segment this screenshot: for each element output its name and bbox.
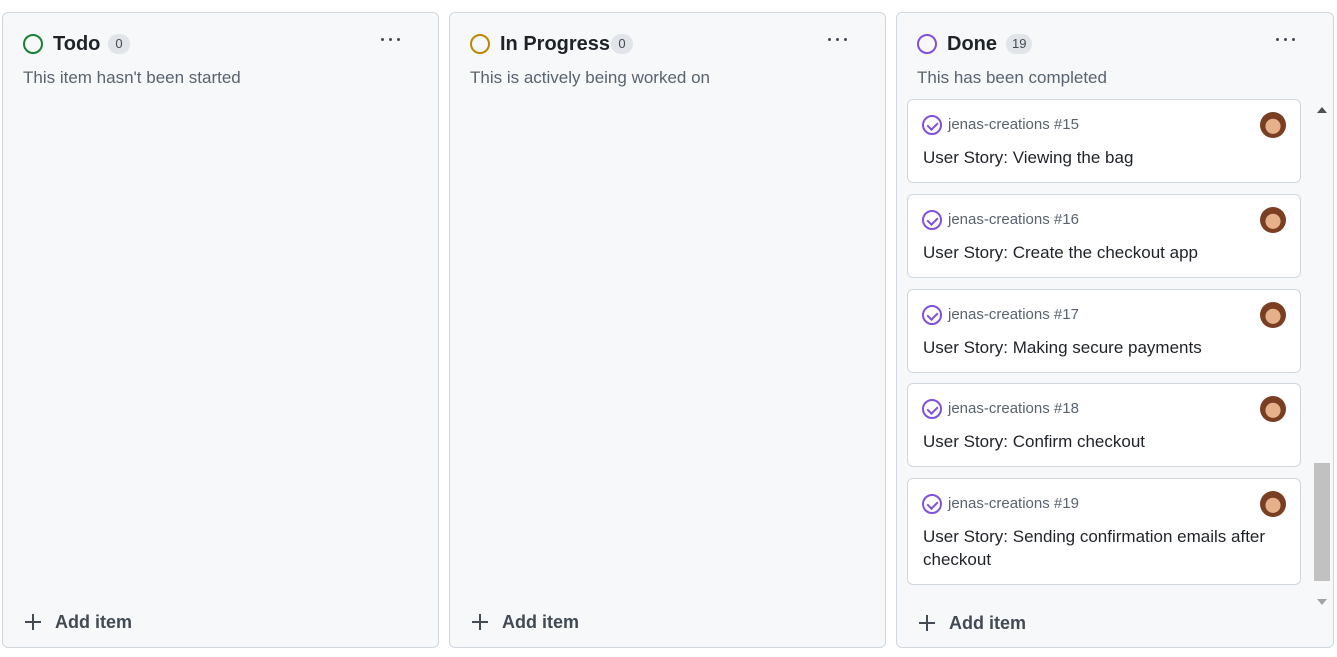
user-avatar[interactable]	[1260, 491, 1286, 517]
column-description: This is actively being worked on	[470, 68, 711, 87]
closed-issue-check-icon	[922, 210, 942, 230]
column-menu-button[interactable]	[378, 29, 404, 49]
scroll-up-arrow-icon[interactable]	[1317, 107, 1327, 113]
scroll-down-arrow-icon[interactable]	[1317, 599, 1327, 605]
card-repo-label[interactable]: jenas-creations #17	[948, 306, 1079, 323]
add-item-button[interactable]: Add item	[23, 609, 132, 635]
plus-icon	[917, 613, 937, 633]
issue-card[interactable]: jenas-creations #16 User Story: Create t…	[907, 194, 1301, 278]
cards-scrollbar[interactable]	[1312, 101, 1332, 615]
column-header: Todo 0 This item hasn't been started	[3, 13, 438, 103]
issue-card[interactable]: jenas-creations #19 User Story: Sending …	[907, 478, 1301, 585]
scrollbar-thumb[interactable]	[1314, 463, 1330, 581]
circle-status-icon	[470, 34, 490, 54]
card-title[interactable]: User Story: Making secure payments	[923, 336, 1280, 359]
closed-issue-check-icon	[922, 494, 942, 514]
user-avatar[interactable]	[1260, 396, 1286, 422]
kebab-menu-icon	[1276, 38, 1279, 41]
card-title[interactable]: User Story: Create the checkout app	[923, 241, 1280, 264]
column-title: Done	[947, 33, 997, 55]
column-header: In Progress 0 This is actively being wor…	[450, 13, 885, 103]
card-title[interactable]: User Story: Confirm checkout	[923, 430, 1280, 453]
add-item-label: Add item	[502, 611, 580, 632]
card-repo-label[interactable]: jenas-creations #19	[948, 495, 1079, 512]
plus-icon	[470, 612, 490, 632]
column-menu-button[interactable]	[825, 29, 851, 49]
kebab-menu-icon	[828, 38, 831, 41]
card-title[interactable]: User Story: Sending confirmation emails …	[923, 525, 1280, 571]
issue-card[interactable]: jenas-creations #15 User Story: Viewing …	[907, 99, 1301, 183]
circle-status-icon	[917, 34, 937, 54]
user-avatar[interactable]	[1260, 207, 1286, 233]
kebab-menu-icon	[381, 38, 384, 41]
user-avatar[interactable]	[1260, 112, 1286, 138]
column-description: This item hasn't been started	[23, 68, 241, 87]
add-item-label: Add item	[55, 611, 133, 632]
count-badge: 19	[1006, 34, 1033, 54]
issue-card[interactable]: jenas-creations #18 User Story: Confirm …	[907, 383, 1301, 467]
plus-icon	[23, 612, 43, 632]
column-title: In Progress	[500, 33, 611, 55]
add-item-label: Add item	[949, 612, 1027, 633]
count-badge: 0	[611, 34, 633, 54]
column-title: Todo	[53, 33, 101, 55]
column-header: Done 19 This has been completed	[897, 13, 1333, 103]
card-repo-label[interactable]: jenas-creations #16	[948, 211, 1079, 228]
add-item-button[interactable]: Add item	[917, 610, 1026, 636]
closed-issue-check-icon	[922, 399, 942, 419]
column-menu-button[interactable]	[1273, 29, 1299, 49]
column-done: Done 19 This has been completed jenas-cr…	[896, 12, 1334, 648]
user-avatar[interactable]	[1260, 302, 1286, 328]
count-badge: 0	[108, 34, 130, 54]
card-repo-label[interactable]: jenas-creations #15	[948, 116, 1079, 133]
add-item-button[interactable]: Add item	[470, 609, 579, 635]
circle-status-icon	[23, 34, 43, 54]
closed-issue-check-icon	[922, 115, 942, 135]
closed-issue-check-icon	[922, 305, 942, 325]
card-title[interactable]: User Story: Viewing the bag	[923, 146, 1280, 169]
column-todo: Todo 0 This item hasn't been started Add…	[2, 12, 439, 648]
project-board: Todo 0 This item hasn't been started Add…	[0, 0, 1337, 657]
column-description: This has been completed	[917, 68, 1107, 87]
issue-card[interactable]: jenas-creations #17 User Story: Making s…	[907, 289, 1301, 373]
card-repo-label[interactable]: jenas-creations #18	[948, 400, 1079, 417]
column-in-progress: In Progress 0 This is actively being wor…	[449, 12, 886, 648]
cards-list: jenas-creations #15 User Story: Viewing …	[907, 99, 1303, 589]
